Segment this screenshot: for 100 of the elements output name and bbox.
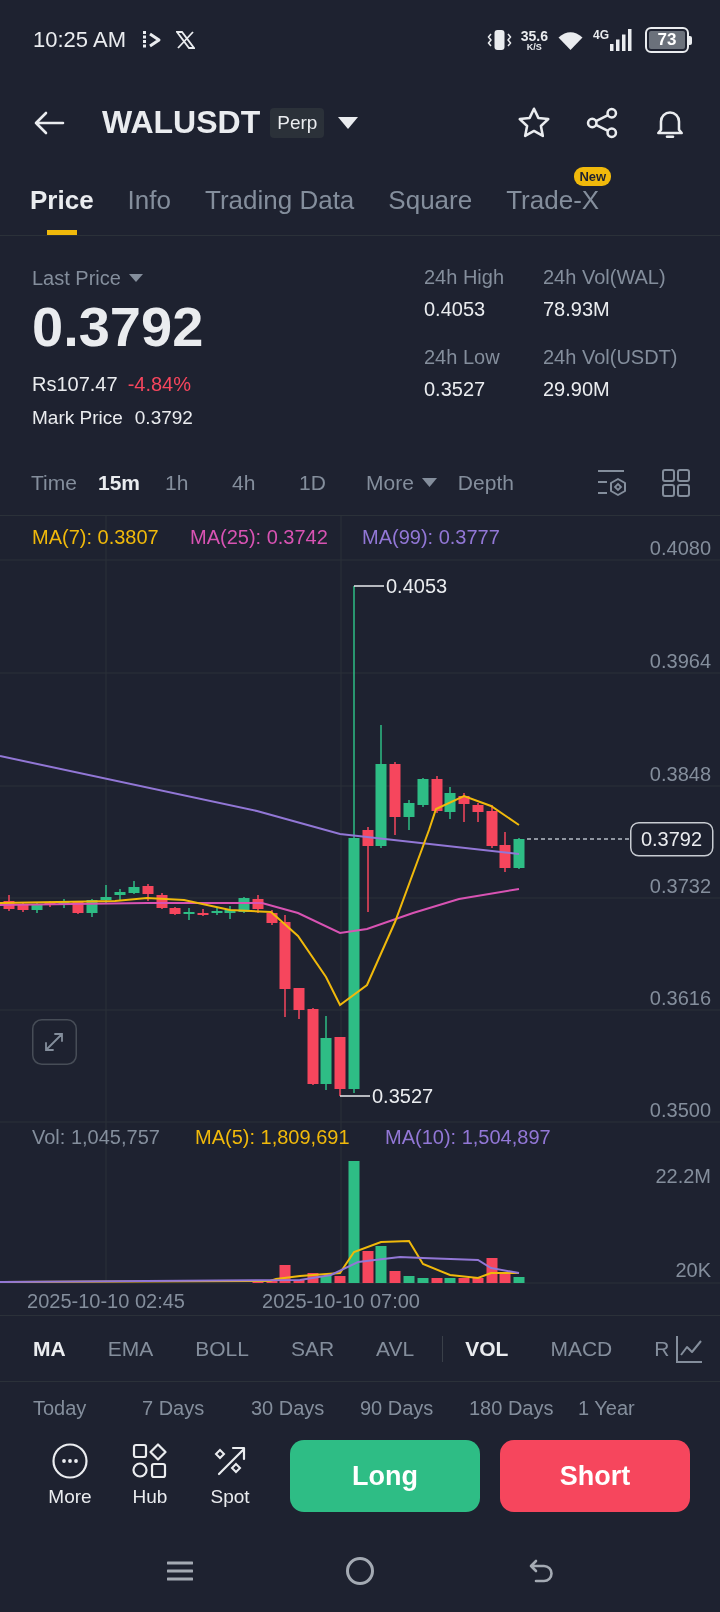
range-tab[interactable]: 90 Days: [360, 1396, 434, 1420]
interval-tab[interactable]: Time: [31, 470, 77, 495]
action-button[interactable]: Spot: [200, 1440, 260, 1508]
indicator-tab[interactable]: AVL: [376, 1336, 415, 1361]
indicator-tab[interactable]: SAR: [290, 1336, 335, 1361]
range-tab[interactable]: 1 Year: [578, 1396, 635, 1420]
price-axis-label: 0.4080: [649, 537, 711, 559]
range-tab[interactable]: 7 Days: [142, 1396, 205, 1420]
range-tab[interactable]: Today: [33, 1396, 87, 1420]
indicator-tab[interactable]: MA: [33, 1336, 66, 1361]
grid-icon[interactable]: [662, 468, 690, 497]
indicator-tab[interactable]: BOLL: [195, 1336, 249, 1361]
vibrate-icon: [486, 29, 512, 51]
shapes-grid-icon: [132, 1443, 168, 1479]
volume-axis-label: 22.2M: [655, 1165, 711, 1187]
settings-icon[interactable]: [597, 468, 628, 497]
stat-value: 78.93M: [543, 297, 610, 322]
line-chart-icon[interactable]: [675, 1334, 703, 1363]
range-tab[interactable]: 30 Days: [251, 1396, 325, 1420]
volume-bar: [389, 1271, 401, 1283]
stat-value: 0.4053: [424, 297, 486, 322]
price-axis-label: 0.3732: [649, 875, 711, 897]
caret-icon[interactable]: [338, 116, 359, 129]
candle: [472, 802, 484, 823]
price-type-dropdown[interactable]: Last Price: [32, 266, 143, 290]
x-logo-icon: [175, 31, 195, 49]
price-change: -4.84%: [127, 372, 191, 397]
leader-line: [353, 585, 385, 587]
stat-label: 24h Vol(USDT): [543, 345, 678, 370]
volume-legend: MA(5): 1,809,691: [195, 1126, 350, 1148]
back-icon[interactable]: [528, 1559, 554, 1583]
stat-value: 29.90M: [543, 377, 610, 402]
price-axis-label: 0.3500: [649, 1099, 711, 1121]
app-notification-icon: [141, 30, 162, 50]
candle: [252, 894, 264, 914]
tab[interactable]: Info: [127, 165, 171, 235]
candle: [293, 987, 305, 1020]
leader-line: [339, 1095, 371, 1097]
volume-bar: [417, 1278, 429, 1283]
clock-time: 10:25 AM: [33, 27, 126, 53]
battery-indicator: 73: [645, 27, 692, 53]
interval-tab[interactable]: More: [366, 470, 437, 495]
indicator-tab[interactable]: EMA: [107, 1336, 154, 1361]
action-button[interactable]: Hub: [120, 1440, 180, 1508]
interval-tab[interactable]: Depth: [457, 470, 514, 495]
volume-bar: [403, 1276, 415, 1283]
last-price: 0.3792: [32, 297, 205, 357]
ma-legend: MA(99): 0.3777: [362, 526, 500, 548]
candle: [142, 883, 154, 902]
interval-tab[interactable]: 1h: [165, 470, 211, 495]
candle: [403, 799, 415, 831]
interval-tab[interactable]: 15m: [98, 470, 144, 495]
volume-bar: [513, 1277, 525, 1283]
home-icon[interactable]: [345, 1556, 375, 1586]
new-badge: New: [574, 167, 612, 186]
high-price-label: 0.4053: [386, 575, 448, 597]
price-axis-label: 0.3616: [649, 987, 711, 1009]
candle: [183, 907, 195, 921]
candle: [486, 804, 498, 849]
more-icon: [52, 1443, 88, 1479]
time-axis-label: 2025-10-10 07:00: [262, 1290, 420, 1312]
trade-button[interactable]: Long: [290, 1440, 480, 1512]
wifi-icon: [557, 29, 584, 51]
candle: [458, 792, 470, 823]
last-price-tag[interactable]: 0.3792: [630, 822, 714, 857]
trade-button[interactable]: Short: [500, 1440, 690, 1512]
tab[interactable]: Square: [388, 165, 473, 235]
stat-label: 24h Low: [424, 345, 500, 370]
pair-symbol[interactable]: WALUSDT: [102, 104, 261, 141]
back-arrow-icon[interactable]: [33, 109, 65, 136]
candle: [114, 888, 126, 902]
expand-icon[interactable]: [32, 1019, 77, 1065]
candle: [513, 837, 525, 870]
interval-tab[interactable]: 4h: [232, 470, 278, 495]
candle: [86, 898, 98, 918]
volume-bar: [472, 1278, 484, 1283]
price-axis-label: 0.3964: [649, 650, 711, 672]
ma-legend: MA(25): 0.3742: [190, 526, 328, 548]
menu-icon[interactable]: [167, 1560, 193, 1582]
candle: [499, 831, 511, 873]
range-tab[interactable]: 180 Days: [469, 1396, 554, 1420]
volume-axis-label: 20K: [675, 1259, 711, 1281]
indicator-tab[interactable]: VOL: [465, 1336, 509, 1361]
time-axis-label: 2025-10-10 02:45: [27, 1290, 185, 1312]
signal-icon: [610, 29, 632, 51]
volume-bar: [458, 1278, 470, 1283]
contract-type-badge: Perp: [270, 107, 325, 138]
local-price: Rs107.47: [32, 372, 118, 397]
tab[interactable]: Price: [30, 165, 94, 235]
indicator-tab[interactable]: MACD: [550, 1336, 613, 1361]
action-button[interactable]: More: [40, 1440, 100, 1508]
tab[interactable]: Trading Data: [205, 165, 355, 235]
stat-label: 24h High: [424, 265, 505, 290]
indicator-tab[interactable]: R: [654, 1336, 670, 1361]
volume-bar: [375, 1246, 387, 1283]
interval-tab[interactable]: 1D: [299, 470, 345, 495]
caret-icon: [421, 478, 437, 487]
candle: [431, 775, 443, 814]
volume-legend: MA(10): 1,504,897: [385, 1126, 551, 1148]
candle: [417, 777, 429, 808]
